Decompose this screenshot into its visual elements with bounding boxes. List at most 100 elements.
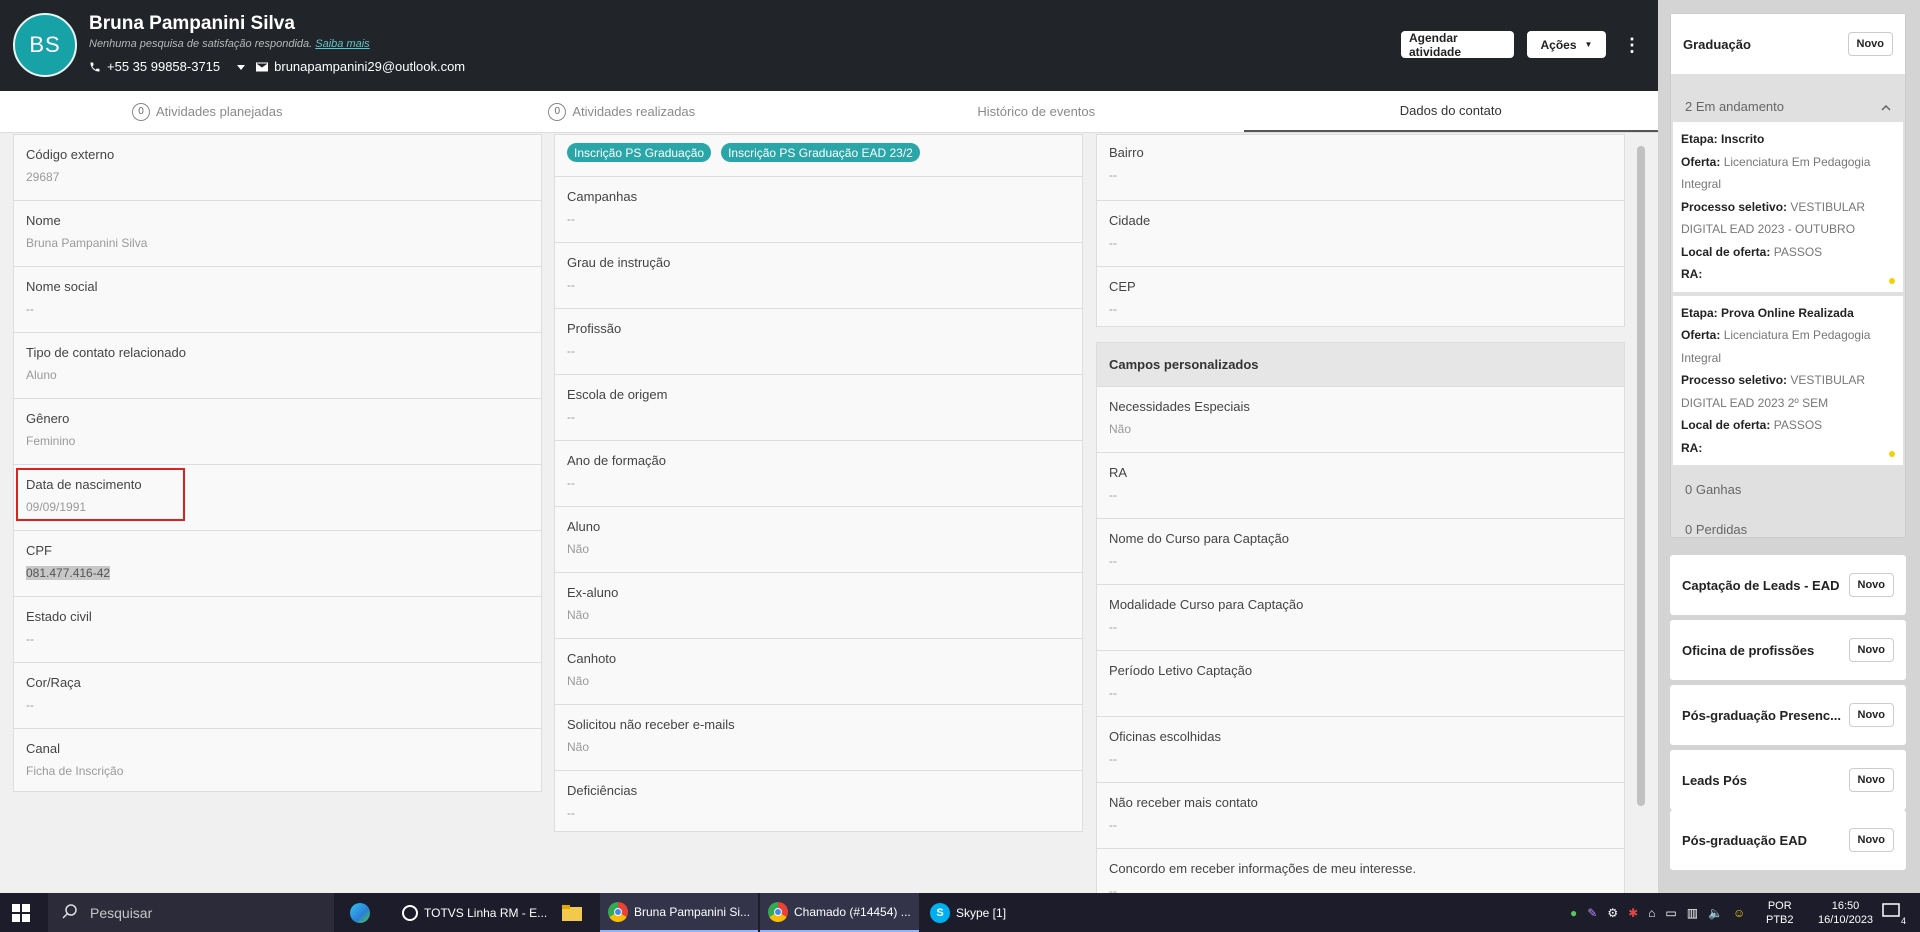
field-value: -- bbox=[1109, 236, 1117, 250]
edge-icon[interactable] bbox=[350, 893, 370, 932]
contact-fields-column-2: Inscrição PS Graduação Inscrição PS Grad… bbox=[554, 134, 1083, 832]
field-label: RA bbox=[1109, 465, 1128, 480]
more-options-icon[interactable]: ⋮ bbox=[1622, 33, 1642, 57]
field-label: CEP bbox=[1109, 279, 1136, 294]
content-scrollbar[interactable] bbox=[1637, 146, 1645, 806]
field-no-emails: Solicitou não receber e-mails Não bbox=[555, 705, 1082, 771]
field-no-contact: Não receber mais contato -- bbox=[1097, 783, 1624, 849]
actions-dropdown-button[interactable]: Ações ▼ bbox=[1527, 31, 1606, 58]
field-campaigns: Campanhas -- bbox=[555, 177, 1082, 243]
tab-bar: 0 Atividades planejadas 0 Atividades rea… bbox=[0, 91, 1658, 133]
field-value: -- bbox=[1109, 752, 1117, 766]
field-value: 081.477.416-42 bbox=[26, 566, 111, 580]
email-address[interactable]: brunapampanini29@outlook.com bbox=[274, 59, 465, 74]
taskbar-app-totvs[interactable]: TOTVS Linha RM - E... bbox=[394, 893, 555, 932]
opportunity-card[interactable]: Etapa: Inscrito Oferta: Licenciatura Em … bbox=[1673, 122, 1903, 292]
language-code: POR bbox=[1767, 899, 1792, 912]
new-opportunity-button[interactable]: Novo bbox=[1847, 32, 1893, 56]
notification-center-icon[interactable]: 4 bbox=[1882, 893, 1906, 932]
search-icon bbox=[62, 903, 78, 922]
tray-icon[interactable]: ● bbox=[1570, 906, 1577, 920]
funnel-header: Graduação Novo bbox=[1671, 14, 1905, 74]
field-name: Nome Bruna Pampanini Silva bbox=[14, 201, 541, 267]
taskbar-app-chrome-contact[interactable]: Bruna Pampanini Si... bbox=[600, 893, 759, 932]
funnel-name: Leads Pós bbox=[1682, 772, 1748, 788]
taskbar-app-label: Chamado (#14454) ... bbox=[794, 904, 911, 919]
field-course-name: Nome do Curso para Captação -- bbox=[1097, 519, 1624, 585]
tag-badge[interactable]: Inscrição PS Graduação bbox=[567, 143, 712, 162]
phone-number[interactable]: +55 35 99858-3715 bbox=[107, 59, 220, 74]
new-opportunity-button[interactable]: Novo bbox=[1848, 703, 1894, 727]
network-icon[interactable]: ▥ bbox=[1687, 906, 1698, 920]
survey-link[interactable]: Saiba mais bbox=[315, 38, 369, 50]
contact-header: BS Bruna Pampanini Silva Nenhuma pesquis… bbox=[0, 0, 1658, 91]
clock-date: 16/10/2023 bbox=[1818, 913, 1874, 926]
totvs-icon bbox=[402, 904, 418, 921]
opp-stage-label: Etapa: bbox=[1681, 305, 1718, 320]
actions-label: Ações bbox=[1540, 37, 1577, 52]
field-value: Feminino bbox=[26, 434, 76, 448]
tag-badge[interactable]: Inscrição PS Graduação EAD 23/2 bbox=[721, 143, 920, 162]
field-gender: Gênero Feminino bbox=[14, 399, 541, 465]
field-contact-type: Tipo de contato relacionado Aluno bbox=[14, 333, 541, 399]
opp-ra-label: RA: bbox=[1681, 267, 1703, 281]
field-value: -- bbox=[1109, 686, 1117, 700]
new-opportunity-button[interactable]: Novo bbox=[1848, 573, 1894, 597]
field-value: Não bbox=[1109, 422, 1132, 436]
won-toggle[interactable]: 0 Ganhas bbox=[1671, 469, 1905, 509]
tab-planned-activities[interactable]: 0 Atividades planejadas bbox=[0, 91, 415, 132]
field-label: Tipo de contato relacionado bbox=[26, 345, 186, 360]
field-value: 29687 bbox=[26, 170, 60, 184]
lost-toggle[interactable]: 0 Perdidas bbox=[1671, 509, 1905, 549]
new-opportunity-button[interactable]: Novo bbox=[1848, 768, 1894, 792]
new-opportunity-button[interactable]: Novo bbox=[1848, 828, 1894, 852]
field-label: Profissão bbox=[567, 321, 622, 336]
tray-icon[interactable]: ⚙ bbox=[1607, 906, 1618, 920]
tab-event-history[interactable]: Histórico de eventos bbox=[829, 91, 1244, 132]
scrollbar-thumb[interactable] bbox=[1637, 146, 1645, 806]
field-label: Período Letivo Captação bbox=[1109, 663, 1253, 678]
tab-count-badge: 0 bbox=[548, 102, 567, 121]
field-label: Escola de origem bbox=[567, 387, 668, 402]
file-explorer-icon[interactable] bbox=[562, 893, 582, 932]
field-special-needs: Necessidades Especiais Não bbox=[1097, 387, 1624, 453]
opportunity-card[interactable]: Etapa: Prova Online Realizada Oferta: Li… bbox=[1673, 295, 1903, 465]
field-label: Cor/Raça bbox=[26, 675, 81, 690]
field-school-period: Período Letivo Captação -- bbox=[1097, 651, 1624, 717]
field-external-code: Código externo 29687 bbox=[14, 135, 541, 201]
tab-contact-data[interactable]: Dados do contato bbox=[1243, 91, 1658, 132]
custom-fields-title: Campos personalizados bbox=[1097, 343, 1624, 387]
opp-offer-label: Oferta: bbox=[1681, 154, 1721, 169]
taskbar-search[interactable]: Pesquisar bbox=[48, 893, 334, 932]
field-value: -- bbox=[1109, 554, 1117, 568]
opp-offer-label: Oferta: bbox=[1681, 328, 1721, 342]
windows-start-icon[interactable] bbox=[12, 893, 30, 932]
chrome-icon bbox=[768, 901, 788, 922]
field-value: -- bbox=[567, 212, 575, 226]
field-value: Não bbox=[567, 740, 590, 754]
field-label: Necessidades Especiais bbox=[1109, 399, 1250, 414]
tray-icon[interactable]: ☺ bbox=[1733, 906, 1745, 920]
tray-icon[interactable]: ✱ bbox=[1628, 906, 1638, 920]
schedule-activity-button[interactable]: Agendar atividade bbox=[1401, 31, 1514, 59]
tab-completed-activities[interactable]: 0 Atividades realizadas bbox=[415, 91, 830, 132]
taskbar-app-chrome-ticket[interactable]: Chamado (#14454) ... bbox=[760, 893, 919, 932]
language-indicator[interactable]: POR PTB2 bbox=[1766, 893, 1794, 932]
field-graduation-year: Ano de formação -- bbox=[555, 441, 1082, 507]
tray-icon[interactable]: ✎ bbox=[1587, 906, 1597, 920]
new-opportunity-button[interactable]: Novo bbox=[1848, 638, 1894, 662]
opp-ra-label: RA: bbox=[1681, 440, 1703, 455]
survey-status: Nenhuma pesquisa de satisfação respondid… bbox=[89, 38, 370, 50]
volume-icon[interactable]: 🔈 bbox=[1708, 906, 1723, 920]
field-label: Nome bbox=[26, 213, 61, 228]
tray-icon[interactable]: ⌂ bbox=[1648, 906, 1655, 920]
opp-location-label: Local de oferta: bbox=[1681, 418, 1771, 432]
taskbar-app-skype[interactable]: S Skype [1] bbox=[922, 893, 1014, 932]
in-progress-toggle[interactable]: 2 Em andamento bbox=[1671, 90, 1905, 122]
field-former-student: Ex-aluno Não bbox=[555, 573, 1082, 639]
funnel-name: Pós-graduação EAD bbox=[1682, 832, 1807, 848]
tray-icon[interactable]: ▭ bbox=[1665, 906, 1676, 920]
clock[interactable]: 16:50 16/10/2023 bbox=[1818, 893, 1873, 932]
caret-down-icon[interactable] bbox=[236, 62, 246, 72]
field-label: Aluno bbox=[567, 519, 601, 534]
